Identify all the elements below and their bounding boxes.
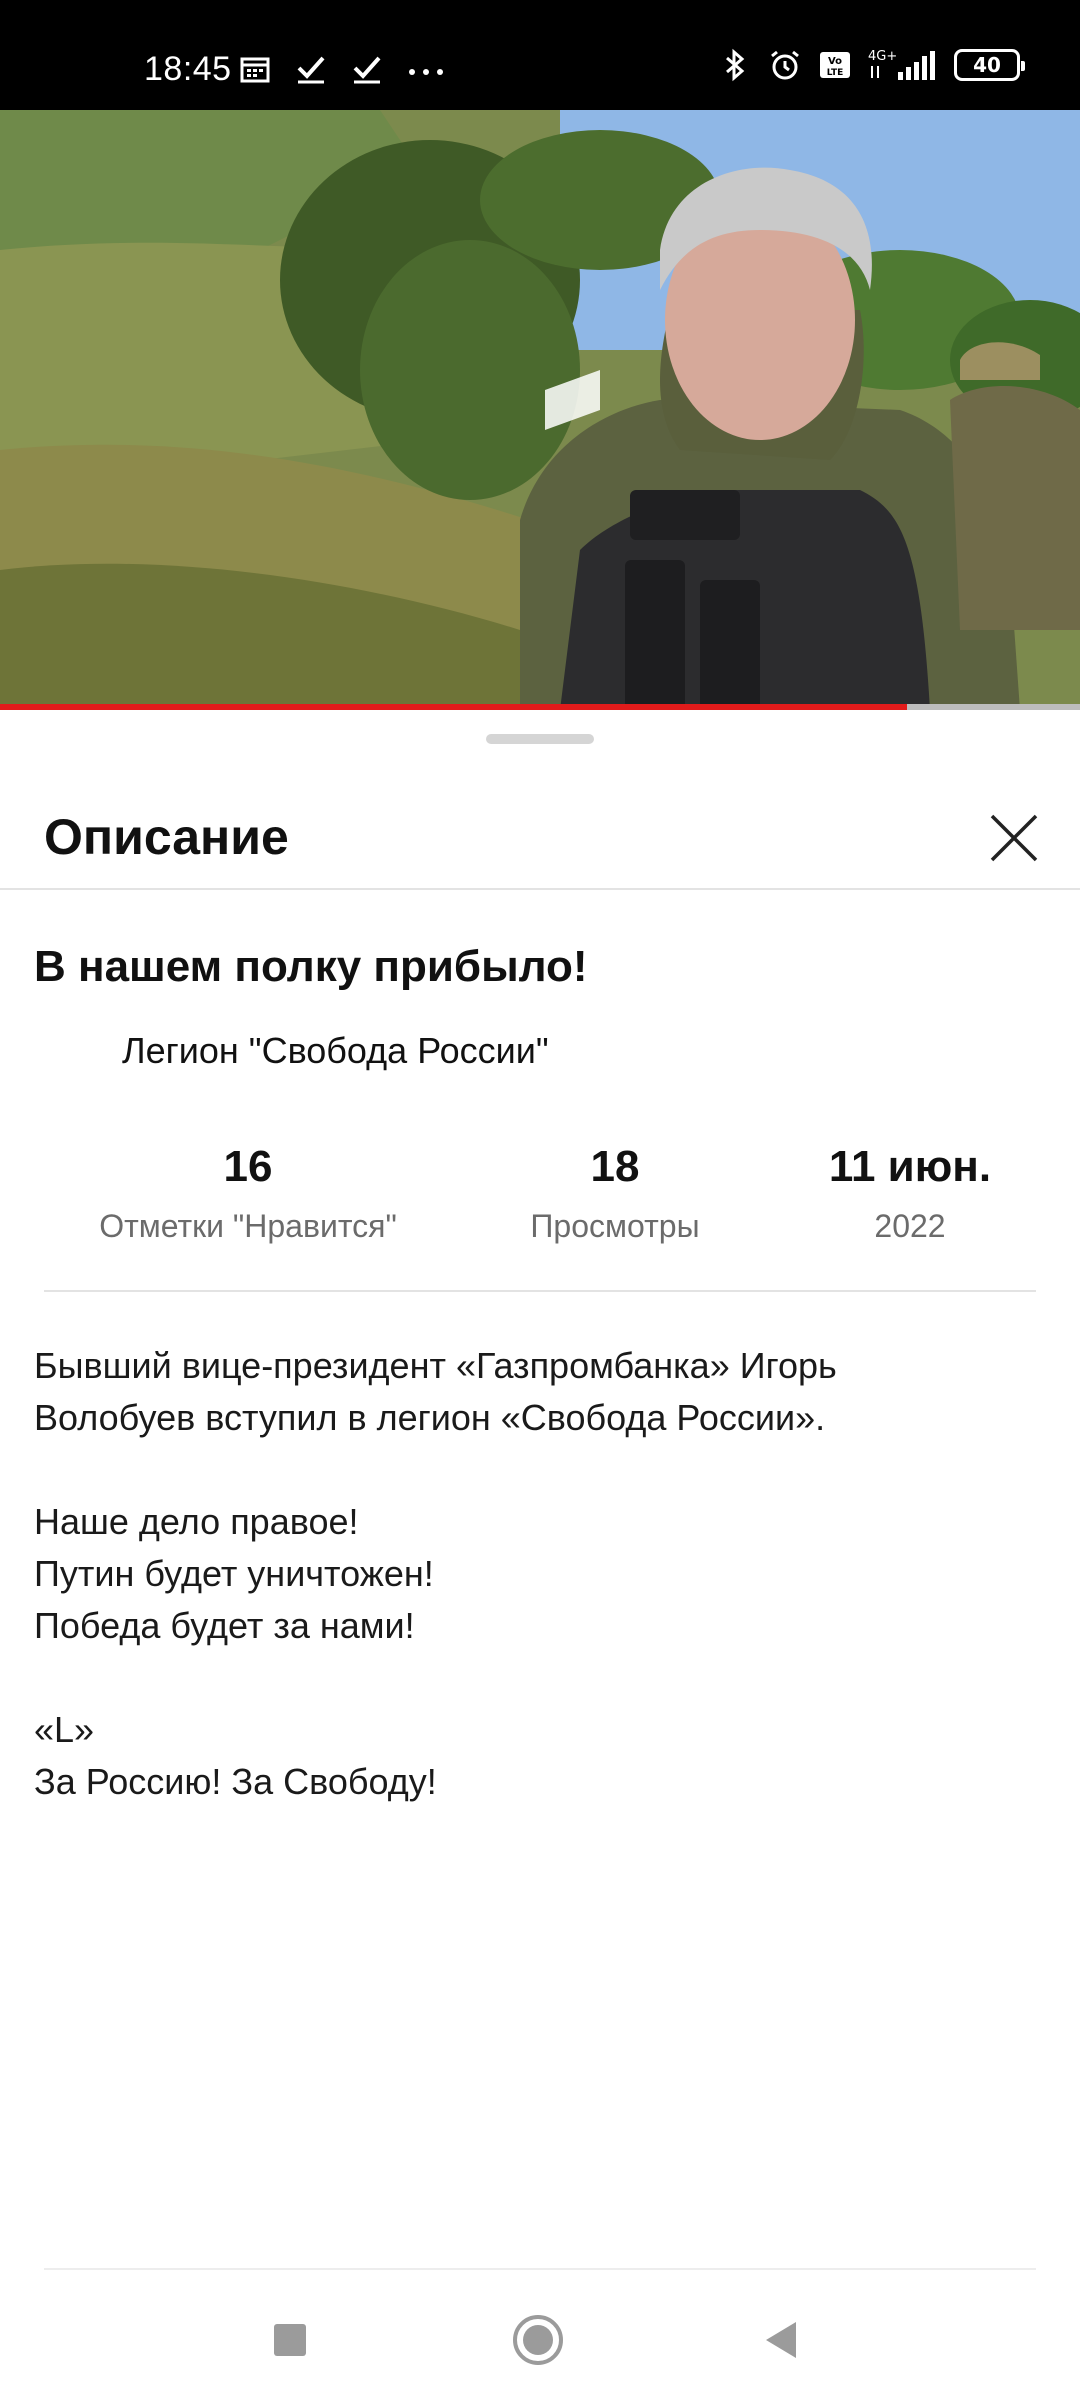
alarm-icon [771, 50, 799, 80]
sheet-header: Описание [0, 762, 1080, 890]
video-progress-fill [0, 704, 908, 710]
video-progress-bar[interactable] [0, 704, 1080, 710]
bluetooth-icon [726, 48, 745, 82]
check-icon [353, 56, 381, 84]
likes-label: Отметки "Нравится" [99, 1208, 397, 1244]
back-button[interactable] [752, 2310, 812, 2370]
likes-count: 16 [223, 1142, 273, 1191]
date-stat: 11 июн. 2022 [780, 1142, 1040, 1245]
home-button[interactable] [508, 2310, 568, 2370]
description-line: «L» [34, 1709, 95, 1750]
network-type: 4G+ [868, 49, 897, 64]
channel-name[interactable]: Легион "Свобода России" [122, 1030, 549, 1072]
video-frame [0, 110, 1080, 710]
calendar-icon [240, 57, 270, 83]
publish-year: 2022 [874, 1208, 946, 1244]
views-stat: 18 Просмотры [480, 1142, 750, 1245]
circle-icon [513, 2315, 563, 2365]
drag-handle[interactable] [486, 734, 594, 744]
likes-stat: 16 Отметки "Нравится" [48, 1142, 448, 1245]
video-player[interactable] [0, 110, 1080, 710]
description-line: За Россию! За Свободу! [34, 1761, 437, 1802]
status-bar: 18:45 Vo LTE 4G+ 40 [0, 0, 1080, 110]
check-icon [297, 56, 325, 84]
description-line [34, 1444, 1034, 1496]
status-system-icons: Vo LTE 4G+ 40 [718, 48, 1025, 82]
svg-text:LTE: LTE [827, 68, 844, 78]
sheet-title: Описание [44, 809, 289, 865]
video-title: В нашем полку прибыло! [34, 942, 588, 991]
description-sheet: Описание В нашем полку прибыло! Легион "… [0, 712, 1080, 2400]
status-notification-icons [238, 52, 446, 86]
views-count: 18 [590, 1142, 640, 1191]
status-time: 18:45 [144, 50, 232, 88]
description-line: Волобуев вступил в легион «Свобода Росси… [34, 1397, 826, 1438]
video-description: Бывший вице-президент «Газпромбанка» Иго… [34, 1340, 1034, 1808]
divider [44, 1290, 1036, 1292]
battery-icon: 40 [954, 49, 1025, 81]
publish-date: 11 июн. [828, 1142, 992, 1191]
video-stats: 16 Отметки "Нравится" 18 Просмотры 11 ию… [0, 1142, 1080, 1262]
close-icon[interactable] [984, 808, 1044, 868]
triangle-back-icon [766, 2322, 796, 2358]
battery-level: 40 [973, 53, 1001, 77]
views-label: Просмотры [530, 1208, 700, 1244]
square-icon [274, 2324, 306, 2356]
recent-apps-button[interactable] [260, 2310, 320, 2370]
signal-4g-icon: 4G+ [868, 49, 935, 80]
volte-icon: Vo LTE [820, 52, 850, 78]
description-line: Путин будет уничтожен! [34, 1553, 434, 1594]
system-nav-bar [0, 2270, 1080, 2400]
description-line: Наше дело правое! [34, 1501, 359, 1542]
description-line [34, 1652, 1034, 1704]
more-dots-icon [409, 69, 443, 75]
svg-text:Vo: Vo [828, 56, 842, 67]
description-line: Победа будет за нами! [34, 1605, 415, 1646]
description-line: Бывший вице-президент «Газпромбанка» Иго… [34, 1345, 837, 1386]
